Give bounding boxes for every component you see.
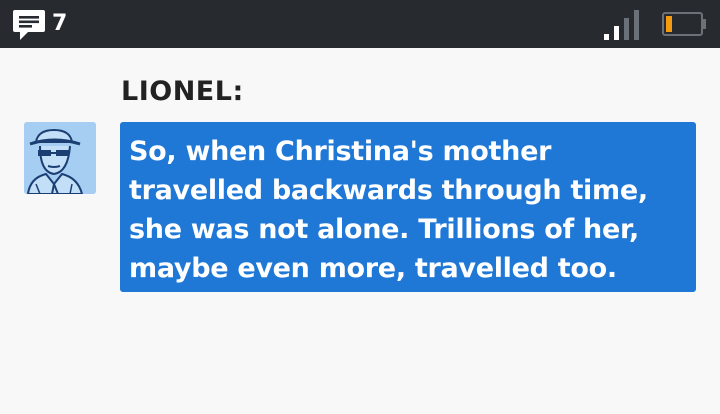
dialogue-bubble[interactable]: So, when Christina's mother travelled ba… xyxy=(120,122,696,292)
signal-strength-icon xyxy=(604,10,639,40)
speaker-name: LIONEL: xyxy=(121,76,244,107)
status-bar: 7 xyxy=(0,0,720,48)
battery-low-icon xyxy=(662,12,706,36)
lionel-portrait-icon xyxy=(24,122,96,194)
message-count: 7 xyxy=(52,11,68,36)
dialogue-text: So, when Christina's mother travelled ba… xyxy=(129,136,648,284)
chat-bubble-icon[interactable] xyxy=(12,9,46,41)
